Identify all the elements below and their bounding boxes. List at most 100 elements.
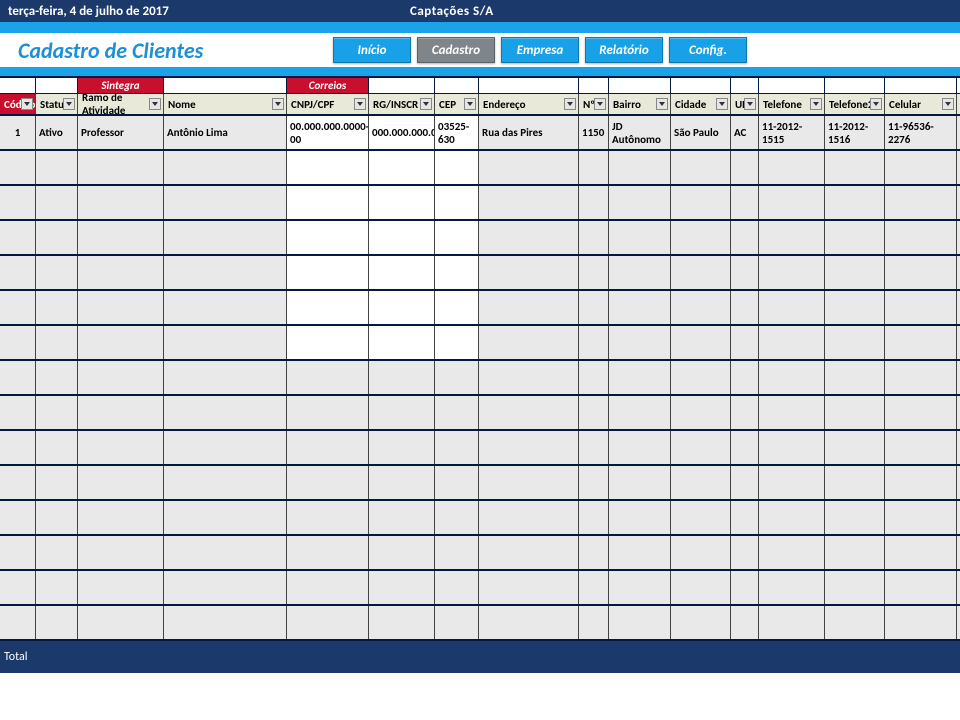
empty-cell[interactable] (287, 466, 369, 499)
empty-cell[interactable] (78, 571, 164, 604)
col-cidade[interactable]: Cidade (671, 94, 731, 114)
cell-cep[interactable]: 03525-630 (435, 116, 479, 149)
empty-cell[interactable] (885, 291, 957, 324)
empty-cell[interactable] (479, 466, 579, 499)
empty-cell[interactable] (609, 431, 671, 464)
empty-cell[interactable] (825, 536, 885, 569)
empty-cell[interactable] (369, 186, 435, 219)
empty-cell[interactable] (435, 536, 479, 569)
empty-cell[interactable] (671, 536, 731, 569)
col-telefone2[interactable]: Telefone2 (825, 94, 885, 114)
empty-cell[interactable] (759, 151, 825, 184)
empty-cell[interactable] (885, 536, 957, 569)
empty-cell[interactable] (479, 256, 579, 289)
empty-cell[interactable] (36, 326, 78, 359)
empty-cell[interactable] (759, 396, 825, 429)
empty-cell[interactable] (0, 361, 36, 394)
empty-cell[interactable] (369, 291, 435, 324)
empty-cell[interactable] (609, 501, 671, 534)
empty-cell[interactable] (885, 501, 957, 534)
col-nome[interactable]: Nome (164, 94, 287, 114)
empty-cell[interactable] (671, 326, 731, 359)
chevron-down-icon[interactable] (354, 98, 366, 110)
empty-cell[interactable] (579, 256, 609, 289)
empty-cell[interactable] (825, 396, 885, 429)
table-row[interactable] (0, 396, 960, 431)
empty-cell[interactable] (287, 326, 369, 359)
empty-cell[interactable] (287, 291, 369, 324)
cell-uf[interactable]: AC (731, 116, 759, 149)
cell-numero[interactable]: 1150 (579, 116, 609, 149)
empty-cell[interactable] (609, 361, 671, 394)
empty-cell[interactable] (609, 256, 671, 289)
empty-cell[interactable] (671, 571, 731, 604)
empty-cell[interactable] (36, 396, 78, 429)
nav-cadastro-button[interactable]: Cadastro (417, 37, 495, 63)
empty-cell[interactable] (78, 326, 164, 359)
table-row[interactable] (0, 606, 960, 641)
empty-cell[interactable] (731, 431, 759, 464)
empty-cell[interactable] (759, 606, 825, 639)
empty-cell[interactable] (759, 291, 825, 324)
empty-cell[interactable] (435, 186, 479, 219)
empty-cell[interactable] (731, 571, 759, 604)
empty-cell[interactable] (479, 326, 579, 359)
empty-cell[interactable] (435, 606, 479, 639)
empty-cell[interactable] (609, 571, 671, 604)
empty-cell[interactable] (759, 536, 825, 569)
empty-cell[interactable] (759, 501, 825, 534)
empty-cell[interactable] (885, 361, 957, 394)
empty-cell[interactable] (759, 361, 825, 394)
cell-telefone[interactable]: 11-2012-1515 (759, 116, 825, 149)
empty-cell[interactable] (78, 361, 164, 394)
empty-cell[interactable] (287, 501, 369, 534)
empty-cell[interactable] (164, 501, 287, 534)
empty-cell[interactable] (287, 221, 369, 254)
table-row[interactable] (0, 466, 960, 501)
empty-cell[interactable] (479, 571, 579, 604)
empty-cell[interactable] (885, 571, 957, 604)
empty-cell[interactable] (164, 431, 287, 464)
empty-cell[interactable] (885, 326, 957, 359)
empty-cell[interactable] (36, 466, 78, 499)
empty-cell[interactable] (0, 571, 36, 604)
empty-cell[interactable] (78, 606, 164, 639)
empty-cell[interactable] (885, 186, 957, 219)
empty-cell[interactable] (369, 536, 435, 569)
empty-cell[interactable] (671, 606, 731, 639)
empty-cell[interactable] (164, 186, 287, 219)
empty-cell[interactable] (36, 536, 78, 569)
cell-celular[interactable]: 11-96536-2276 (885, 116, 957, 149)
empty-cell[interactable] (671, 221, 731, 254)
empty-cell[interactable] (885, 151, 957, 184)
empty-cell[interactable] (287, 186, 369, 219)
empty-cell[interactable] (671, 186, 731, 219)
col-cep[interactable]: CEP (435, 94, 479, 114)
empty-cell[interactable] (287, 396, 369, 429)
empty-cell[interactable] (435, 221, 479, 254)
empty-cell[interactable] (164, 361, 287, 394)
empty-cell[interactable] (825, 326, 885, 359)
empty-cell[interactable] (164, 221, 287, 254)
chevron-down-icon[interactable] (942, 98, 954, 110)
empty-cell[interactable] (579, 571, 609, 604)
empty-cell[interactable] (731, 606, 759, 639)
empty-cell[interactable] (609, 151, 671, 184)
empty-cell[interactable] (759, 326, 825, 359)
chevron-down-icon[interactable] (464, 98, 476, 110)
empty-cell[interactable] (825, 606, 885, 639)
table-row[interactable] (0, 326, 960, 361)
empty-cell[interactable] (479, 151, 579, 184)
empty-cell[interactable] (825, 431, 885, 464)
empty-cell[interactable] (731, 256, 759, 289)
empty-cell[interactable] (759, 571, 825, 604)
empty-cell[interactable] (579, 501, 609, 534)
empty-cell[interactable] (435, 396, 479, 429)
empty-cell[interactable] (369, 431, 435, 464)
empty-cell[interactable] (579, 466, 609, 499)
cell-telefone2[interactable]: 11-2012-1516 (825, 116, 885, 149)
empty-cell[interactable] (759, 466, 825, 499)
cell-bairro[interactable]: JD Autônomo (609, 116, 671, 149)
empty-cell[interactable] (0, 396, 36, 429)
empty-cell[interactable] (479, 396, 579, 429)
